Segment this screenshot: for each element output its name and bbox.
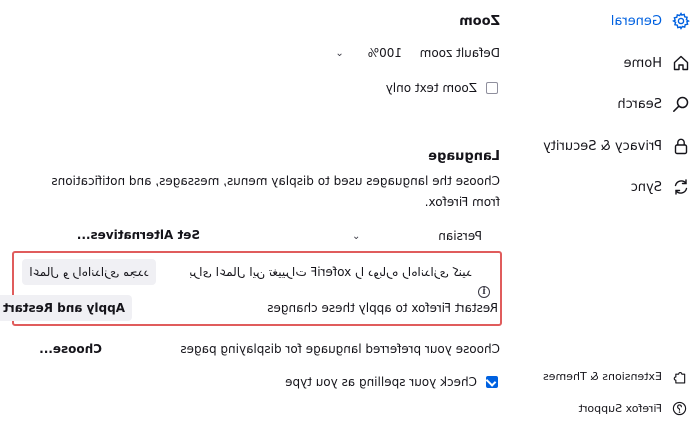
apply-restart-button[interactable]: Apply and Restart bbox=[0, 295, 132, 321]
spell-check-option[interactable]: Check your spelling as you type bbox=[285, 375, 498, 389]
preferences-window: General Home Search Privacy & Security S… bbox=[0, 0, 700, 432]
sidebar-item-home[interactable]: Home bbox=[624, 50, 700, 76]
sidebar-item-label: General bbox=[610, 13, 662, 29]
sidebar-item-search[interactable]: Search bbox=[617, 91, 700, 117]
extensions-label: Extensions & Themes bbox=[543, 369, 662, 383]
sidebar-extensions-link[interactable]: Extensions & Themes bbox=[543, 368, 688, 384]
language-heading: Language bbox=[428, 149, 500, 164]
gear-icon bbox=[670, 10, 692, 32]
default-zoom-value: 100% bbox=[367, 46, 402, 60]
sidebar-item-general[interactable]: General bbox=[611, 8, 700, 34]
spell-check-label: Check your spelling as you type bbox=[285, 375, 477, 389]
restart-notice-en: Restart Firefox to apply these changes bbox=[267, 301, 498, 315]
lock-icon bbox=[670, 135, 692, 157]
zoom-heading: Zoom bbox=[459, 14, 500, 29]
language-description: Choose the languages used to display men… bbox=[51, 174, 500, 209]
language-select-value: Persian bbox=[438, 229, 482, 243]
restart-notice-info: i bbox=[478, 283, 490, 298]
apply-restart-rtl-button[interactable]: اعمال و راه‌اندازی مجدد bbox=[22, 259, 156, 285]
restart-notice-rtl: برای اعمال این تغییرات Firefox را دوباره… bbox=[189, 265, 472, 279]
default-zoom-label: Default zoom bbox=[419, 46, 500, 60]
sidebar-support-link[interactable]: Firefox Support bbox=[579, 400, 688, 416]
page-language-label: Choose your preferred language for displ… bbox=[180, 342, 500, 356]
sidebar-item-label: Privacy & Security bbox=[543, 138, 662, 154]
chevron-down-icon: ⌄ bbox=[351, 230, 361, 242]
zoom-text-only-checkbox[interactable] bbox=[486, 82, 498, 94]
zoom-text-only-label: Zoom text only bbox=[385, 81, 477, 95]
sidebar-item-sync[interactable]: Sync bbox=[631, 174, 700, 200]
search-icon bbox=[670, 93, 692, 115]
sidebar-item-label: Search bbox=[617, 96, 662, 112]
language-select[interactable]: Persian ⌄ bbox=[352, 226, 482, 246]
sidebar-item-label: Sync bbox=[630, 179, 662, 195]
choose-language-button[interactable]: Choose... bbox=[39, 342, 102, 356]
puzzle-icon bbox=[672, 368, 688, 384]
info-icon: i bbox=[478, 286, 490, 298]
chevron-down-icon: ⌄ bbox=[335, 47, 344, 59]
sync-icon bbox=[670, 176, 692, 198]
support-label: Firefox Support bbox=[578, 401, 662, 415]
sidebar-item-privacy[interactable]: Privacy & Security bbox=[543, 133, 700, 159]
default-zoom-select[interactable]: 100% ⌄ bbox=[335, 43, 402, 63]
home-icon bbox=[670, 52, 692, 74]
spell-check-checkbox[interactable] bbox=[486, 376, 498, 388]
set-alternatives-button[interactable]: Set Alternatives... bbox=[77, 228, 200, 242]
sidebar-item-label: Home bbox=[623, 55, 662, 71]
zoom-text-only-option[interactable]: Zoom text only bbox=[386, 81, 498, 95]
help-icon bbox=[672, 400, 688, 416]
